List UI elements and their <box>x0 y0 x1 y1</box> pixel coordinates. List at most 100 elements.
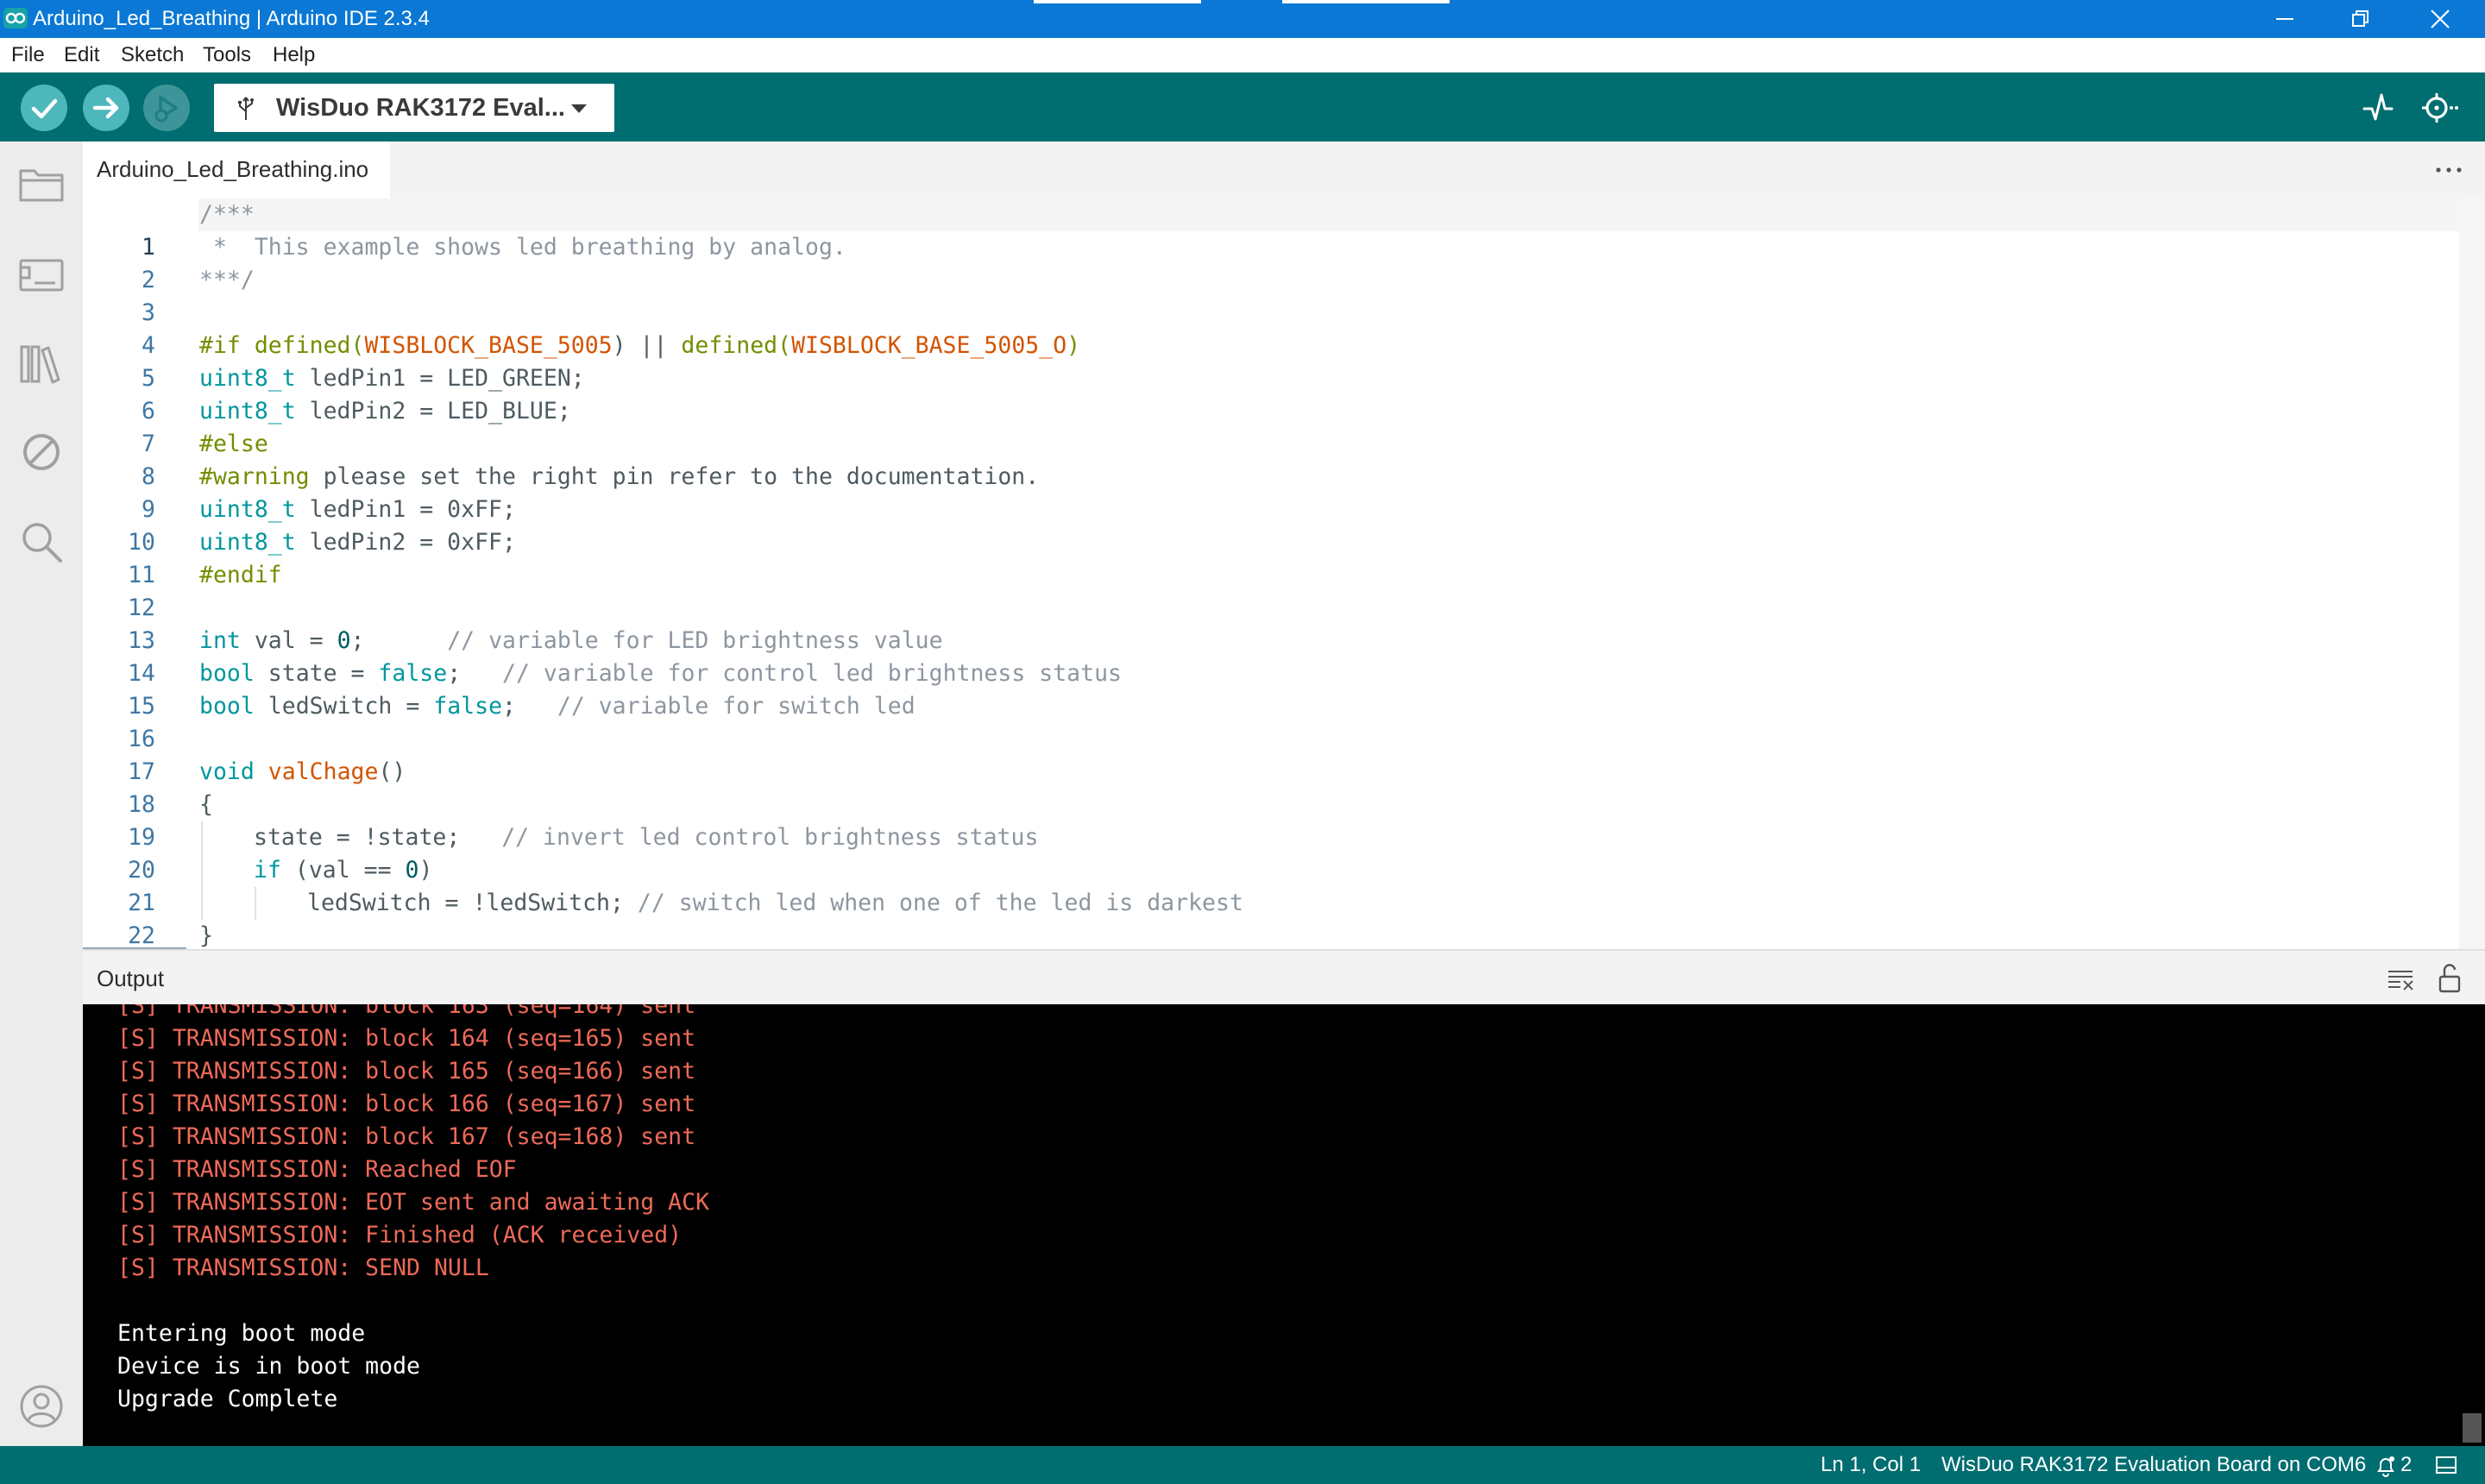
code-token: if <box>254 857 281 883</box>
folder-icon <box>19 169 64 202</box>
code-text: { <box>199 791 213 818</box>
tab-more-button[interactable] <box>2432 157 2466 183</box>
notifications-button[interactable] <box>2375 1455 2397 1477</box>
status-bar: Ln 1, Col 1 WisDuo RAK3172 Evaluation Bo… <box>0 1446 2485 1484</box>
code-text: #warning please set the right pin refer … <box>199 461 1039 494</box>
indent-guide <box>255 887 256 920</box>
serial-monitor-button[interactable] <box>2419 88 2459 128</box>
output-line: [S] TRANSMISSION: block 167 (seq=168) se… <box>117 1123 696 1150</box>
debug-panel-button[interactable] <box>17 428 66 476</box>
chevron-down-icon <box>571 104 587 113</box>
arduino-logo-icon <box>3 8 28 28</box>
output-line: [S] TRANSMISSION: EOT sent and awaiting … <box>117 1189 710 1216</box>
code-line: 22 ledSwitch = !ledSwitch; // switch led… <box>83 887 2459 949</box>
toggle-output-button[interactable] <box>2435 1456 2457 1475</box>
code-line: 23 } <box>83 920 2459 949</box>
debug-icon <box>154 96 178 123</box>
notification-count: 2 <box>2400 1453 2413 1476</box>
menu-file[interactable]: File <box>11 38 45 72</box>
output-line: [S] TRANSMISSION: block 164 (seq=165) se… <box>117 1025 696 1052</box>
code-token: // variable for LED brightness value <box>447 627 943 654</box>
code-text: void valChage() <box>199 756 406 789</box>
tab-label: Arduino_Led_Breathing.ino <box>97 156 369 182</box>
code-token: 0 <box>405 857 419 883</box>
upload-button[interactable] <box>83 85 129 131</box>
close-button[interactable] <box>2402 0 2478 38</box>
sketchbook-button[interactable] <box>17 159 66 207</box>
title-bar: Arduino_Led_Breathing | Arduino IDE 2.3.… <box>0 0 2485 38</box>
cursor-position[interactable]: Ln 1, Col 1 <box>1821 1446 1921 1484</box>
code-token: void <box>199 758 255 785</box>
code-token: valChage <box>267 758 379 785</box>
output-line: [S] TRANSMISSION: SEND NULL <box>117 1254 489 1281</box>
code-token: #if defined( <box>199 332 365 359</box>
output-title: Output <box>97 965 165 991</box>
output-line: Upgrade Complete <box>117 1386 338 1412</box>
code-token: (val == <box>280 857 406 883</box>
code-text: bool ledSwitch = false; // variable for … <box>199 690 915 723</box>
code-token: uint8_t <box>199 529 296 556</box>
output-line: [S] TRANSMISSION: block 163 (seq=164) se… <box>117 1004 696 1019</box>
menu-sketch[interactable]: Sketch <box>121 38 184 72</box>
code-token: #warning <box>199 463 310 490</box>
output-line: [S] TRANSMISSION: Reached EOF <box>117 1156 517 1183</box>
search-button[interactable] <box>17 518 66 566</box>
code-token: bool <box>199 693 255 720</box>
menu-help[interactable]: Help <box>273 38 315 72</box>
restore-button[interactable] <box>2323 0 2399 38</box>
code-text: * This example shows led breathing by an… <box>199 234 846 261</box>
menu-edit[interactable]: Edit <box>64 38 99 72</box>
library-manager-button[interactable] <box>17 340 66 388</box>
no-entry-icon <box>23 434 60 470</box>
board-port-status[interactable]: WisDuo RAK3172 Evaluation Board on COM6 <box>1941 1446 2366 1484</box>
code-line: 2 * This example shows led breathing by … <box>83 231 2459 293</box>
code-line: 6 uint8_t ledPin1 = LED_GREEN; <box>83 362 2459 424</box>
bell-icon <box>2377 1456 2394 1477</box>
clear-output-button[interactable] <box>2387 966 2416 992</box>
minimize-button[interactable] <box>2247 0 2323 38</box>
code-token: false <box>378 660 448 687</box>
code-token: ledPin2 = LED_BLUE; <box>295 398 571 424</box>
scrollbar-thumb[interactable] <box>2463 1413 2482 1443</box>
serial-plotter-icon <box>2362 93 2394 121</box>
board-selector[interactable]: WisDuo RAK3172 Eval... <box>214 84 614 132</box>
editor-tab-bar: Arduino_Led_Breathing.ino <box>83 141 2485 198</box>
code-text: uint8_t ledPin1 = LED_GREEN; <box>199 362 585 395</box>
more-horizontal-icon <box>2436 167 2462 173</box>
output-console[interactable]: [S] TRANSMISSION: block 163 (seq=164) se… <box>83 1004 2459 1446</box>
user-icon <box>20 1385 63 1428</box>
unlock-icon <box>2438 964 2461 993</box>
verify-button[interactable] <box>21 85 67 131</box>
menu-tools[interactable]: Tools <box>203 38 251 72</box>
code-line: 18 void valChage() <box>83 756 2459 818</box>
indent-guide <box>201 854 203 887</box>
code-line: 17 <box>83 723 2459 785</box>
code-text: if (val == 0) <box>254 854 432 887</box>
code-token: ledSwitch = !ledSwitch; <box>307 890 638 916</box>
code-token: WISBLOCK_BASE_5005_O <box>791 332 1067 359</box>
output-line: [S] TRANSMISSION: block 165 (seq=166) se… <box>117 1058 696 1085</box>
code-editor[interactable]: 1 /*** 2 * This example shows led breath… <box>83 198 2459 949</box>
code-line: 4 <box>83 297 2459 359</box>
code-token: 0 <box>337 627 351 654</box>
code-token: ) <box>1066 332 1081 359</box>
tab-arduino-led-breathing[interactable]: Arduino_Led_Breathing.ino <box>83 141 390 198</box>
code-text: #endif <box>199 562 282 588</box>
output-scrollbar[interactable] <box>2459 1004 2485 1446</box>
editor-scrollbar[interactable] <box>2459 198 2485 949</box>
code-token: // invert led control brightness status <box>501 824 1039 851</box>
minimize-icon <box>2276 18 2293 20</box>
account-button[interactable] <box>17 1382 66 1431</box>
code-token: // switch led when one of the led is dar… <box>637 890 1243 916</box>
serial-plotter-button[interactable] <box>2361 90 2395 124</box>
toolbar: WisDuo RAK3172 Eval... <box>0 72 2485 141</box>
code-text: int val = 0; // variable for LED brightn… <box>199 625 943 657</box>
boards-manager-button[interactable] <box>17 250 66 299</box>
debug-button[interactable] <box>143 85 190 131</box>
code-token: WISBLOCK_BASE_5005 <box>364 332 613 359</box>
scroll-lock-button[interactable] <box>2437 963 2463 994</box>
code-token: ledSwitch = <box>254 693 434 720</box>
close-icon <box>2431 9 2450 28</box>
clear-output-icon <box>2388 971 2413 990</box>
window-title: Arduino_Led_Breathing | Arduino IDE 2.3.… <box>33 7 430 30</box>
